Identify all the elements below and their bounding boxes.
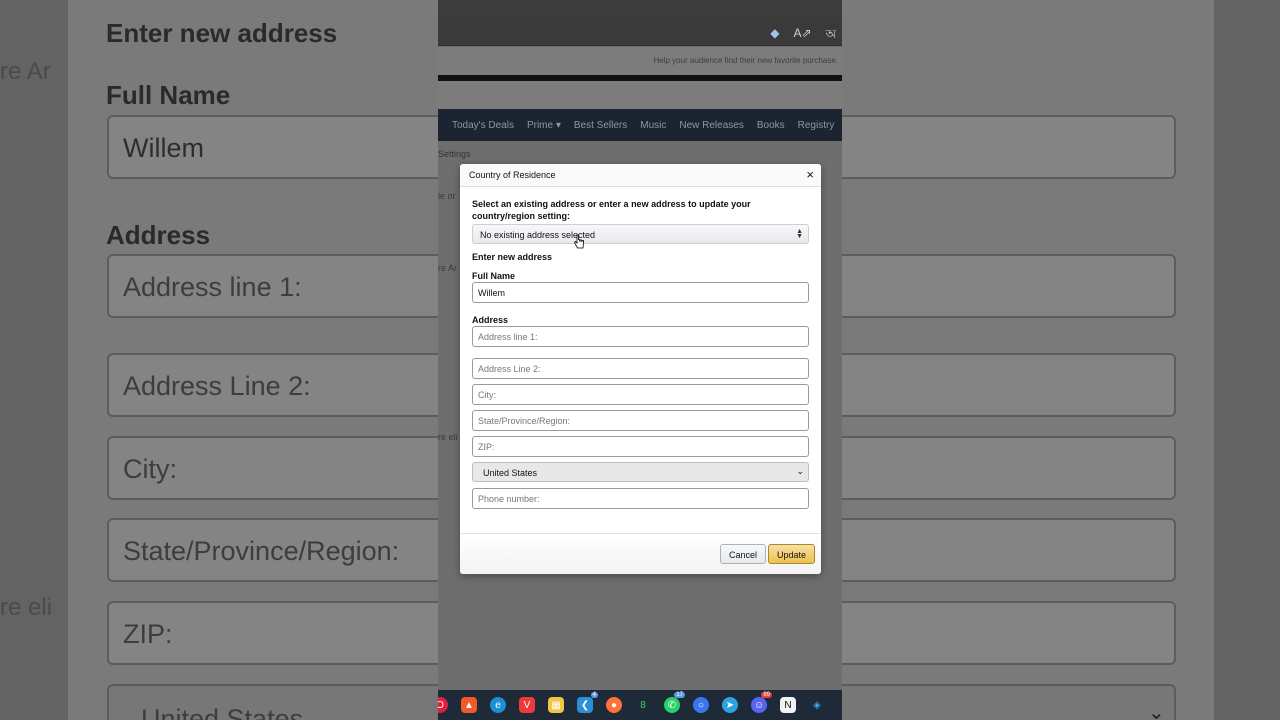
address-line2-input[interactable] xyxy=(472,358,809,379)
phone-input[interactable] xyxy=(472,488,809,509)
read-aloud-icon[interactable]: A⇗ xyxy=(794,26,812,46)
firefox-icon[interactable]: ● xyxy=(606,697,622,713)
nav-music[interactable]: Music xyxy=(640,120,666,131)
fullname-input[interactable] xyxy=(472,282,809,303)
signal-icon[interactable]: ○ xyxy=(693,697,709,713)
state-input[interactable] xyxy=(472,410,809,431)
zip-input[interactable] xyxy=(472,436,809,457)
app-icon[interactable]: 8 xyxy=(635,697,651,713)
address-line1-input[interactable] xyxy=(472,326,809,347)
close-icon[interactable]: × xyxy=(806,167,814,182)
edge-icon[interactable]: e xyxy=(490,697,506,713)
dialog-body: Select an existing address or enter a ne… xyxy=(472,198,809,509)
layers-icon[interactable]: ◈ xyxy=(809,697,825,713)
address-label: Address xyxy=(472,315,509,325)
dialog-title: Country of Residence xyxy=(469,170,556,180)
background-zoom-right: ⌄ xyxy=(842,0,1280,720)
hand-cursor-icon xyxy=(574,234,584,249)
background-field: Address Line 2: xyxy=(107,353,438,417)
dialog-header: Country of Residence × xyxy=(460,164,821,187)
enter-new-address-label: Enter new address xyxy=(472,252,553,262)
nav-best-sellers[interactable]: Best Sellers xyxy=(574,120,627,131)
country-select[interactable]: United States ⌄ xyxy=(472,462,809,482)
nav-todays-deals[interactable]: Today's Deals xyxy=(452,120,514,131)
telegram-icon[interactable]: ➤ xyxy=(722,697,738,713)
background-heading: Enter new address xyxy=(106,18,338,48)
background-field: State/Province/Region: xyxy=(107,518,438,582)
brave-icon[interactable]: ▲ xyxy=(461,697,477,713)
page-fragment: le or xyxy=(438,191,456,201)
browser-tabstrip xyxy=(438,0,842,22)
chevron-down-icon: ⌄ xyxy=(796,466,804,476)
select-arrows-icon: ▲ ▼ xyxy=(796,228,803,240)
background-fullname-field: Willem xyxy=(107,115,438,179)
city-input[interactable] xyxy=(472,384,809,405)
tagline: Help your audience find their new favori… xyxy=(653,56,838,65)
tag-icon[interactable]: ◆ xyxy=(770,26,779,46)
nav-books[interactable]: Books xyxy=(757,120,785,131)
background-field: ZIP: xyxy=(107,601,438,665)
taskbar: O ▲ e V ▦ ❮ 4 ● 8 ✆ 17 ○ ➤ ☺ 99 N ◈ xyxy=(438,690,842,720)
background-fragment: re Ar xyxy=(0,58,51,85)
background-address-label: Address xyxy=(106,220,211,250)
background-field: Address line 1: xyxy=(107,254,438,318)
site-nav: Today's Deals Prime ▾ Best Sellers Music… xyxy=(438,109,842,141)
dialog-intro: Select an existing address or enter a ne… xyxy=(472,199,751,221)
background-field: United States xyxy=(107,684,438,720)
nav-prime[interactable]: Prime ▾ xyxy=(527,120,561,131)
opera-icon[interactable]: O xyxy=(438,697,448,713)
update-button[interactable]: Update xyxy=(768,544,816,564)
nav-new-releases[interactable]: New Releases xyxy=(679,120,743,131)
discord-icon[interactable]: ☺ 99 xyxy=(751,692,772,713)
background-field: City: xyxy=(107,436,438,500)
country-of-residence-dialog: Country of Residence × Select an existin… xyxy=(460,164,821,574)
background-zoom-left: re Ar re eli Enter new address Full Name… xyxy=(0,0,438,720)
dialog-footer: Cancel Update xyxy=(460,533,821,574)
page-fragment: re eli xyxy=(438,432,458,442)
background-fragment: re eli xyxy=(0,594,53,621)
existing-address-select[interactable]: No existing address selected ▲ ▼ xyxy=(472,224,809,244)
chevron-down-icon: ⌄ xyxy=(1148,702,1165,720)
vivaldi-icon[interactable]: V xyxy=(519,697,535,713)
nav-registry[interactable]: Registry xyxy=(798,120,835,131)
whatsapp-icon[interactable]: ✆ 17 xyxy=(664,692,685,713)
breadcrumb: Settings xyxy=(438,149,471,159)
address-bar[interactable]: ◆ A⇗ অ xyxy=(438,22,842,46)
translate-icon[interactable]: অ xyxy=(826,26,836,46)
vscode-icon[interactable]: ❮ 4 xyxy=(577,692,598,713)
page-fragment: re Ar xyxy=(438,263,458,273)
files-icon[interactable]: ▦ xyxy=(548,697,564,713)
cancel-button[interactable]: Cancel xyxy=(720,544,767,564)
fullname-label: Full Name xyxy=(472,271,516,281)
background-fullname-label: Full Name xyxy=(106,80,231,110)
notion-icon[interactable]: N xyxy=(780,697,796,713)
